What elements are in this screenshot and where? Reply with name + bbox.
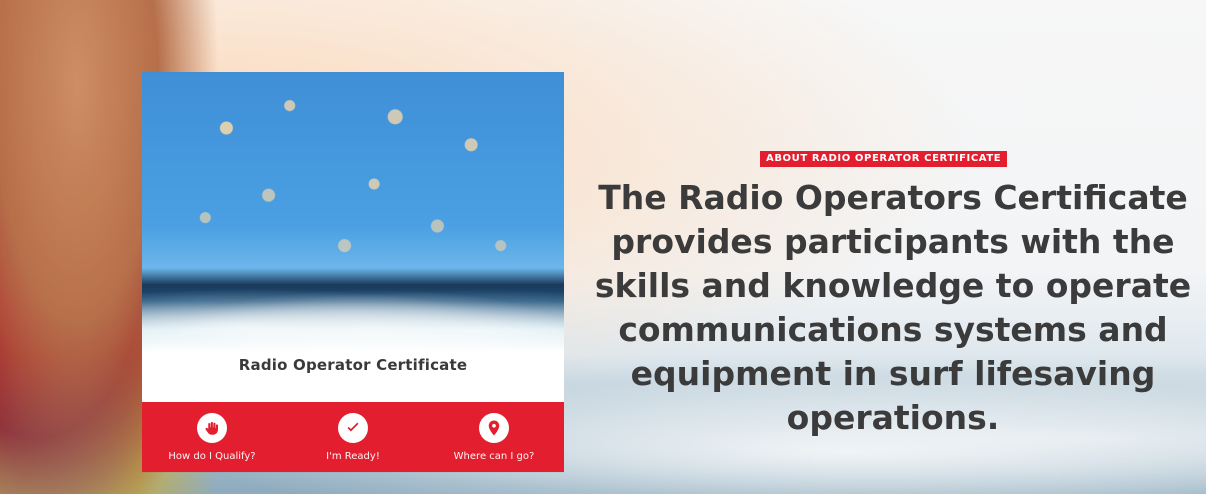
headline-line: operations.: [786, 398, 1000, 437]
check-icon: [338, 412, 368, 443]
location-pin-icon: [479, 412, 509, 443]
headline-line: provides participants with the: [611, 222, 1175, 261]
page-hero: Radio Operator Certificate How do I Qual…: [0, 0, 1206, 494]
how-do-i-qualify-label: How do I Qualify?: [168, 450, 256, 462]
where-can-i-go-label: Where can I go?: [453, 450, 535, 462]
card-image: [142, 72, 564, 352]
im-ready-label: I'm Ready!: [326, 450, 380, 462]
section-badge: ABOUT RADIO OPERATOR CERTIFICATE: [760, 151, 1008, 167]
headline-line: equipment in surf lifesaving: [630, 354, 1156, 393]
headline: The Radio Operators Certificate provides…: [588, 176, 1198, 440]
where-can-i-go-button[interactable]: Where can I go?: [424, 402, 564, 472]
card-actions-bar: How do I Qualify? I'm Ready! Where can I…: [142, 402, 564, 472]
headline-line: The Radio Operators Certificate: [598, 178, 1188, 217]
headline-line: skills and knowledge to operate: [594, 266, 1192, 305]
im-ready-button[interactable]: I'm Ready!: [283, 402, 423, 472]
headline-line: communications systems and: [618, 310, 1168, 349]
certificate-card: Radio Operator Certificate How do I Qual…: [142, 72, 564, 472]
hand-icon: [197, 412, 227, 443]
how-do-i-qualify-button[interactable]: How do I Qualify?: [142, 402, 282, 472]
card-title: Radio Operator Certificate: [238, 356, 468, 374]
